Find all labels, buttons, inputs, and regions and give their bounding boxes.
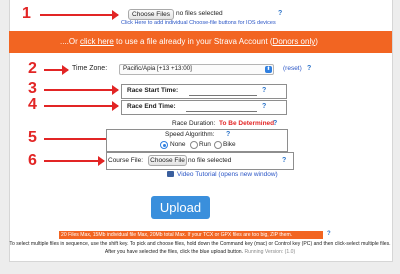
race-end-help-icon[interactable]: ? [262, 103, 266, 110]
speed-help-icon[interactable]: ? [226, 131, 230, 138]
video-tutorial-link[interactable]: Video Tutorial (opens new window) [177, 171, 278, 178]
race-duration-help-icon[interactable]: ? [273, 120, 277, 127]
strava-banner-text: ....Or click here to use a file already … [60, 37, 318, 46]
timezone-reset-link[interactable]: (reset) [283, 65, 302, 72]
speed-algorithm-label: Speed Algorithm: [165, 131, 215, 138]
marker-2: 2 [28, 60, 37, 77]
speed-bike-radio[interactable] [214, 141, 222, 149]
speed-none-label: None [170, 141, 186, 148]
instructions-text: To select multiple files in sequence, us… [5, 241, 395, 256]
race-start-label: Race Start Time: [127, 87, 179, 94]
marker-3-arrow [44, 85, 119, 95]
marker-4-arrow [44, 101, 119, 111]
marker-4: 4 [28, 96, 37, 113]
marker-5: 5 [28, 129, 37, 146]
timezone-selected-value: Pacific/Apia [+13 +13:00] [123, 65, 192, 72]
upload-button[interactable]: Upload [151, 196, 210, 219]
chevron-down-icon: ⬍ [265, 66, 272, 73]
running-version: Running Version: (1.0) [244, 248, 296, 255]
banner-middle: to use a file already in your Strava Acc… [113, 37, 273, 46]
file-status-text: no files selected [176, 10, 223, 17]
video-icon [167, 171, 174, 177]
course-file-status: no file selected [188, 157, 232, 164]
banner-suffix: ) [315, 37, 318, 46]
course-file-button[interactable]: Choose File [148, 155, 187, 166]
marker-2-arrow [44, 65, 69, 75]
speed-run-label: Run [199, 141, 211, 148]
marker-1: 1 [22, 5, 31, 22]
files-help-icon[interactable]: ? [278, 10, 282, 17]
speed-none-radio[interactable] [160, 141, 168, 149]
marker-6-arrow [44, 156, 105, 166]
timezone-help-icon[interactable]: ? [307, 65, 311, 72]
donors-only-link[interactable]: Donors only [273, 37, 316, 46]
race-duration-label: Race Duration: [172, 120, 216, 127]
race-end-label: Race End Time: [127, 103, 176, 110]
race-duration-value: To Be Determined [219, 120, 275, 127]
marker-1-arrow [40, 10, 119, 20]
timezone-label: Time Zone: [72, 65, 108, 72]
instructions-body: To select multiple files in sequence, us… [9, 241, 391, 255]
strava-click-here-link[interactable]: click here [80, 37, 114, 46]
race-end-input[interactable] [186, 111, 257, 112]
marker-6: 6 [28, 152, 37, 169]
race-start-help-icon[interactable]: ? [262, 87, 266, 94]
course-file-label: Course File: [108, 157, 144, 164]
race-start-input[interactable] [189, 95, 257, 96]
limits-text: 20 Files Max, 15Mb individual file Max, … [61, 232, 293, 238]
limits-help-icon[interactable]: ? [327, 231, 331, 237]
speed-none-radio-dot [162, 143, 166, 147]
course-help-icon[interactable]: ? [282, 157, 286, 164]
speed-bike-label: Bike [223, 141, 236, 148]
ios-link[interactable]: Click Here to add individual Choose-file… [121, 20, 276, 26]
banner-prefix: ....Or [60, 37, 80, 46]
timezone-select[interactable]: Pacific/Apia [+13 +13:00] ⬍ [119, 64, 274, 75]
choose-files-button[interactable]: Choose Files [128, 9, 174, 20]
speed-run-radio[interactable] [190, 141, 198, 149]
